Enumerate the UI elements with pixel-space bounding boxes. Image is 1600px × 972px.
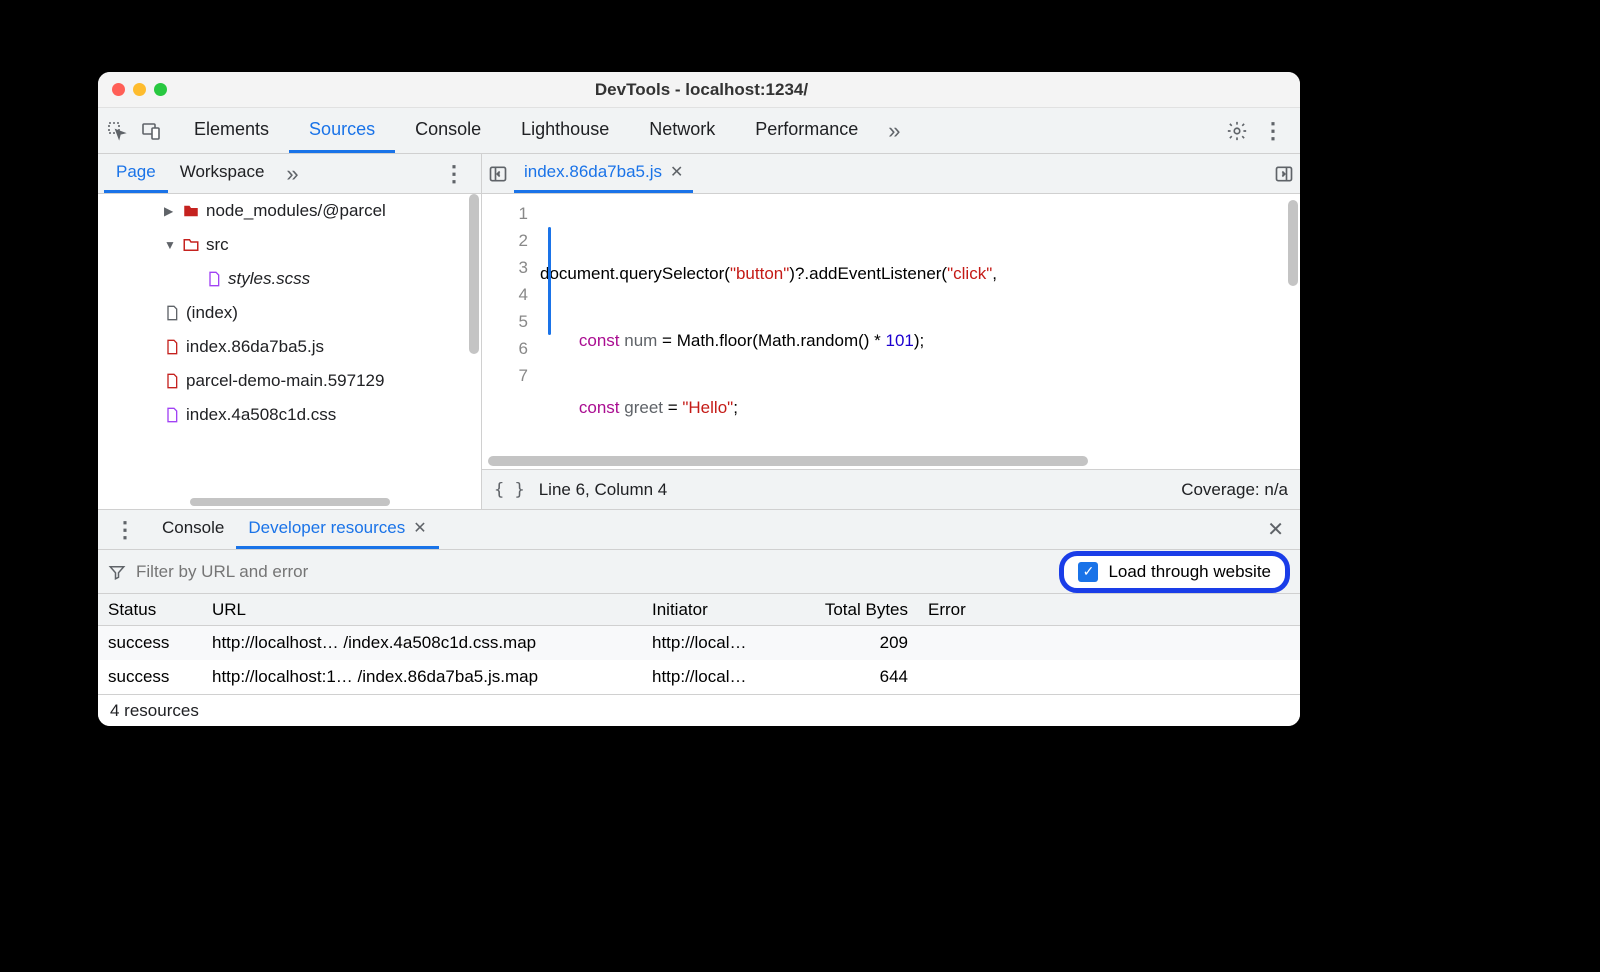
toggle-navigator-icon[interactable] xyxy=(482,164,514,184)
tab-sources[interactable]: Sources xyxy=(289,109,395,153)
titlebar: DevTools - localhost:1234/ xyxy=(98,72,1300,108)
folder-icon xyxy=(182,236,200,254)
col-total-bytes[interactable]: Total Bytes xyxy=(782,600,918,620)
file-icon xyxy=(164,338,180,356)
tree-file-index[interactable]: (index) xyxy=(98,296,481,330)
coverage-status: Coverage: n/a xyxy=(1181,480,1288,500)
tab-elements[interactable]: Elements xyxy=(174,109,289,153)
col-url[interactable]: URL xyxy=(202,600,642,620)
tree-file-styles[interactable]: styles.scss xyxy=(98,262,481,296)
close-icon[interactable]: ✕ xyxy=(413,518,426,538)
tree-label: src xyxy=(206,235,229,255)
resources-footer: 4 resources xyxy=(98,694,1300,726)
tab-performance[interactable]: Performance xyxy=(735,109,878,153)
editor-pane: index.86da7ba5.js ✕ 1234567 document.que… xyxy=(482,154,1300,509)
file-tree: ▶ node_modules/@parcel ▼ src xyxy=(98,194,481,495)
navigator-tabs: Page Workspace » ⋮ xyxy=(98,154,481,194)
filter-input[interactable] xyxy=(136,562,1049,582)
drawer-tabs: ⋮ Console Developer resources ✕ ✕ xyxy=(98,510,1300,550)
file-icon xyxy=(206,270,222,288)
drawer-panel: ⋮ Console Developer resources ✕ ✕ ✓ Load… xyxy=(98,509,1300,726)
tab-network[interactable]: Network xyxy=(629,109,735,153)
navigator-more-tabs[interactable]: » xyxy=(276,161,308,187)
main-panel-tabs: Elements Sources Console Lighthouse Netw… xyxy=(174,109,911,153)
window-title: DevTools - localhost:1234/ xyxy=(117,80,1286,100)
tree-label: parcel-demo-main.597129 xyxy=(186,371,384,391)
editor-status-bar: { } Line 6, Column 4 Coverage: n/a xyxy=(482,469,1300,509)
drawer-close-icon[interactable]: ✕ xyxy=(1257,517,1294,542)
pretty-print-icon[interactable]: { } xyxy=(494,480,525,500)
filter-icon xyxy=(108,563,126,581)
devtools-window: DevTools - localhost:1234/ Elements Sour… xyxy=(98,72,1300,726)
tree-label: (index) xyxy=(186,303,238,323)
tree-label: styles.scss xyxy=(228,269,310,289)
line-gutter: 1234567 xyxy=(482,194,540,453)
device-toolbar-icon[interactable] xyxy=(140,120,162,142)
tree-label: node_modules/@parcel xyxy=(206,201,386,221)
resources-table: Status URL Initiator Total Bytes Error s… xyxy=(98,594,1300,694)
drawer-tab-console[interactable]: Console xyxy=(150,510,236,549)
tree-hscrollbar[interactable] xyxy=(98,495,481,509)
close-icon[interactable]: ✕ xyxy=(670,162,683,182)
table-row[interactable]: success http://localhost:1… /index.86da7… xyxy=(98,660,1300,694)
tree-file-js[interactable]: index.86da7ba5.js xyxy=(98,330,481,364)
kebab-menu-icon[interactable]: ⋮ xyxy=(1262,120,1284,142)
tree-label: index.86da7ba5.js xyxy=(186,337,324,357)
cursor-position: Line 6, Column 4 xyxy=(539,480,668,500)
col-initiator[interactable]: Initiator xyxy=(642,600,782,620)
editor-tab-index-js[interactable]: index.86da7ba5.js ✕ xyxy=(514,154,693,193)
editor-tabs: index.86da7ba5.js ✕ xyxy=(482,154,1300,194)
code-content[interactable]: document.querySelector("button")?.addEve… xyxy=(540,194,1300,453)
main-toolbar: Elements Sources Console Lighthouse Netw… xyxy=(98,108,1300,154)
caret-right-icon: ▶ xyxy=(164,204,176,218)
tree-folder-src[interactable]: ▼ src xyxy=(98,228,481,262)
col-error[interactable]: Error xyxy=(918,600,1300,620)
drawer-tab-developer-resources[interactable]: Developer resources ✕ xyxy=(236,510,438,549)
table-row[interactable]: success http://localhost… /index.4a508c1… xyxy=(98,626,1300,660)
fold-indicator xyxy=(548,227,551,335)
checkbox-checked-icon[interactable]: ✓ xyxy=(1078,562,1098,582)
editor-tab-label: index.86da7ba5.js xyxy=(524,162,662,182)
resource-count: 4 resources xyxy=(110,701,199,721)
tree-label: index.4a508c1d.css xyxy=(186,405,336,425)
editor-hscrollbar[interactable] xyxy=(482,453,1300,469)
tab-page[interactable]: Page xyxy=(104,154,168,193)
resources-filter-row: ✓ Load through website xyxy=(98,550,1300,594)
toggle-debugger-icon[interactable] xyxy=(1268,164,1300,184)
file-icon xyxy=(164,406,180,424)
tab-workspace[interactable]: Workspace xyxy=(168,154,277,193)
load-through-website-label: Load through website xyxy=(1108,562,1271,582)
tree-file-css[interactable]: index.4a508c1d.css xyxy=(98,398,481,432)
sources-content: Page Workspace » ⋮ ▶ node_modules/@parce… xyxy=(98,154,1300,509)
caret-down-icon: ▼ xyxy=(164,238,176,252)
folder-icon xyxy=(182,202,200,220)
navigator-menu-icon[interactable]: ⋮ xyxy=(433,161,475,187)
drawer-menu-icon[interactable]: ⋮ xyxy=(104,517,146,543)
col-status[interactable]: Status xyxy=(98,600,202,620)
tree-file-parcel[interactable]: parcel-demo-main.597129 xyxy=(98,364,481,398)
tree-scrollbar[interactable] xyxy=(469,194,479,354)
table-header-row: Status URL Initiator Total Bytes Error xyxy=(98,594,1300,626)
more-tabs-button[interactable]: » xyxy=(878,118,910,144)
inspect-element-icon[interactable] xyxy=(106,120,128,142)
navigator-pane: Page Workspace » ⋮ ▶ node_modules/@parce… xyxy=(98,154,482,509)
tab-console[interactable]: Console xyxy=(395,109,501,153)
tree-folder-node-modules[interactable]: ▶ node_modules/@parcel xyxy=(98,194,481,228)
load-through-website-option[interactable]: ✓ Load through website xyxy=(1059,551,1290,593)
file-icon xyxy=(164,372,180,390)
code-editor[interactable]: 1234567 document.querySelector("button")… xyxy=(482,194,1300,453)
tab-lighthouse[interactable]: Lighthouse xyxy=(501,109,629,153)
file-icon xyxy=(164,304,180,322)
settings-icon[interactable] xyxy=(1226,120,1248,142)
